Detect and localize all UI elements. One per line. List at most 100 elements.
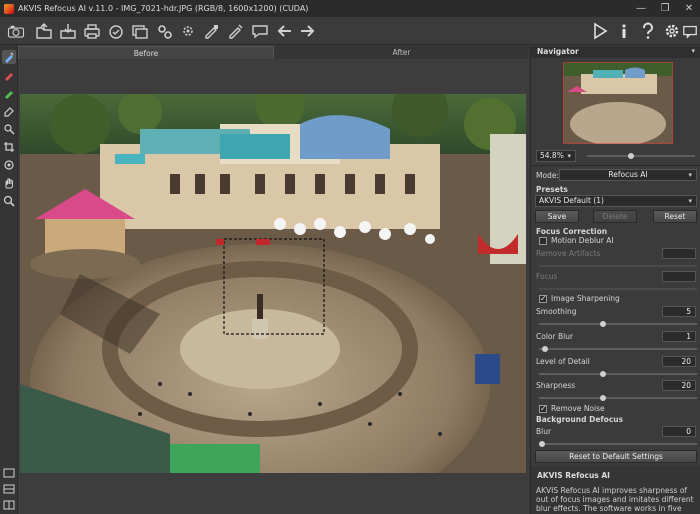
close-icon[interactable]: ✕ [678,0,700,17]
chevron-down-icon: ▾ [567,152,571,160]
tab-before[interactable]: Before [18,46,274,59]
comment-icon[interactable] [250,21,270,41]
mode-select[interactable]: Refocus AI ▾ [559,169,697,181]
hand-icon[interactable] [2,176,16,190]
save-preset-button[interactable]: Save [535,210,579,223]
blur-slider-knob[interactable] [539,441,545,447]
gradient-tool-icon[interactable] [2,158,16,172]
batch-icon[interactable] [130,21,150,41]
color-blur-slider[interactable] [539,348,697,350]
help-icon[interactable] [638,21,658,41]
remove-noise-label: Remove Noise [551,404,605,413]
smoothing-slider[interactable] [539,323,697,325]
view-single-icon[interactable] [2,466,16,480]
eraser-icon[interactable] [2,104,16,118]
preset-value: AKVIS Default (1) [539,196,604,205]
navigator-header: Navigator [531,46,700,58]
zoom-value: 54.8% [540,151,564,160]
help-title: AKVIS Refocus AI [537,471,610,480]
plugin-icon[interactable] [202,21,222,41]
toolbar [0,17,700,45]
zoom-slider[interactable] [587,155,695,157]
focus-value[interactable] [662,271,696,282]
remove-noise-checkbox[interactable] [539,404,547,413]
image-canvas[interactable] [18,59,529,514]
level-of-detail-value[interactable]: 20 [662,356,696,367]
help-panel: AKVIS Refocus AI AKVIS Refocus AI improv… [531,466,700,514]
zoom-slider-knob[interactable] [628,153,634,159]
left-toolbar [0,46,18,514]
level-of-detail-slider[interactable] [539,373,697,375]
exclusion-tool-icon[interactable] [2,86,16,100]
tab-after[interactable]: After [274,46,529,59]
redo-arrow-icon[interactable] [298,21,318,41]
image-preview[interactable] [20,94,526,473]
mode-label: Mode: [536,171,559,180]
zoom-select[interactable]: 54.8% ▾ [536,150,576,162]
save-icon[interactable] [58,21,78,41]
reset-preset-button[interactable]: Reset [653,210,697,223]
delete-preset-button[interactable]: Delete [593,210,637,223]
help-text: AKVIS Refocus AI improves sharpness of o… [536,486,694,514]
print-icon[interactable] [82,21,102,41]
maximize-icon[interactable]: ❐ [654,0,676,17]
level-of-detail-slider-knob[interactable] [599,371,606,377]
reset-defaults-button[interactable]: Reset to Default Settings [535,450,697,463]
preset-select[interactable]: AKVIS Default (1) ▾ [535,195,697,207]
color-blur-value[interactable]: 1 [662,331,696,342]
blur-slider[interactable] [539,443,697,445]
remove-artifacts-value[interactable] [662,248,696,259]
blur-label: Blur [536,427,552,436]
view-tabs: Before After [18,46,529,59]
info-icon[interactable] [614,21,634,41]
focus-area-tool-icon[interactable] [2,50,16,64]
background-tool-icon[interactable] [2,68,16,82]
divider [531,165,700,166]
focus-slider[interactable] [539,288,697,290]
panel-menu-icon[interactable]: ▾ [691,47,695,55]
remove-artifacts-slider[interactable] [539,265,697,267]
app-window: AKVIS Refocus AI v.11.0 - IMG_7021-hdr.J… [0,0,700,514]
sharpness-label: Sharpness [536,381,576,390]
open-icon[interactable] [34,21,54,41]
chevron-down-icon: ▾ [688,197,692,205]
sharpness-slider-knob[interactable] [599,395,606,401]
focus-correction-header: Focus Correction [536,227,608,236]
color-blur-slider-knob[interactable] [542,346,549,352]
mode-value: Refocus AI [608,170,648,179]
sharpness-slider[interactable] [539,397,697,399]
crop-icon[interactable] [2,140,16,154]
focus-label: Focus [536,272,558,281]
message-icon[interactable] [682,21,698,41]
motion-deblur-checkbox[interactable] [539,237,547,245]
gear-icon[interactable] [662,21,682,41]
title-bar: AKVIS Refocus AI v.11.0 - IMG_7021-hdr.J… [0,0,700,17]
zoom-icon[interactable] [2,194,16,208]
chevron-down-icon: ▾ [688,171,692,179]
settings-panel: Navigator ▾ 54.8% ▾ Mode: Refocus AI ▾ P… [530,46,700,514]
smoothing-slider-knob[interactable] [599,321,606,327]
smoothing-value[interactable]: 5 [662,306,696,317]
blur-value[interactable]: 0 [662,426,696,437]
window-title: AKVIS Refocus AI v.11.0 - IMG_7021-hdr.J… [18,4,309,13]
camera-icon[interactable] [4,21,28,41]
share-icon[interactable] [106,21,126,41]
sharpness-value[interactable]: 20 [662,380,696,391]
navigator-thumbnail[interactable] [563,62,673,144]
preferences-icon[interactable] [178,21,198,41]
image-sharpening-header: Image Sharpening [551,294,620,303]
level-of-detail-label: Level of Detail [536,357,590,366]
view-compare-icon[interactable] [2,498,16,512]
settings-gear-icon[interactable] [154,21,174,41]
motion-deblur-label: Motion Deblur AI [551,236,614,245]
minimize-icon[interactable]: — [630,0,652,17]
view-split-icon[interactable] [2,482,16,496]
background-defocus-header: Background Defocus [536,415,624,424]
smoothing-label: Smoothing [536,307,577,316]
image-sharpening-checkbox[interactable] [539,294,547,303]
run-play-icon[interactable] [590,21,610,41]
presets-label: Presets [536,185,568,194]
magic-tube-icon[interactable] [2,122,16,136]
preset-share-icon[interactable] [226,21,246,41]
undo-arrow-icon[interactable] [274,21,294,41]
